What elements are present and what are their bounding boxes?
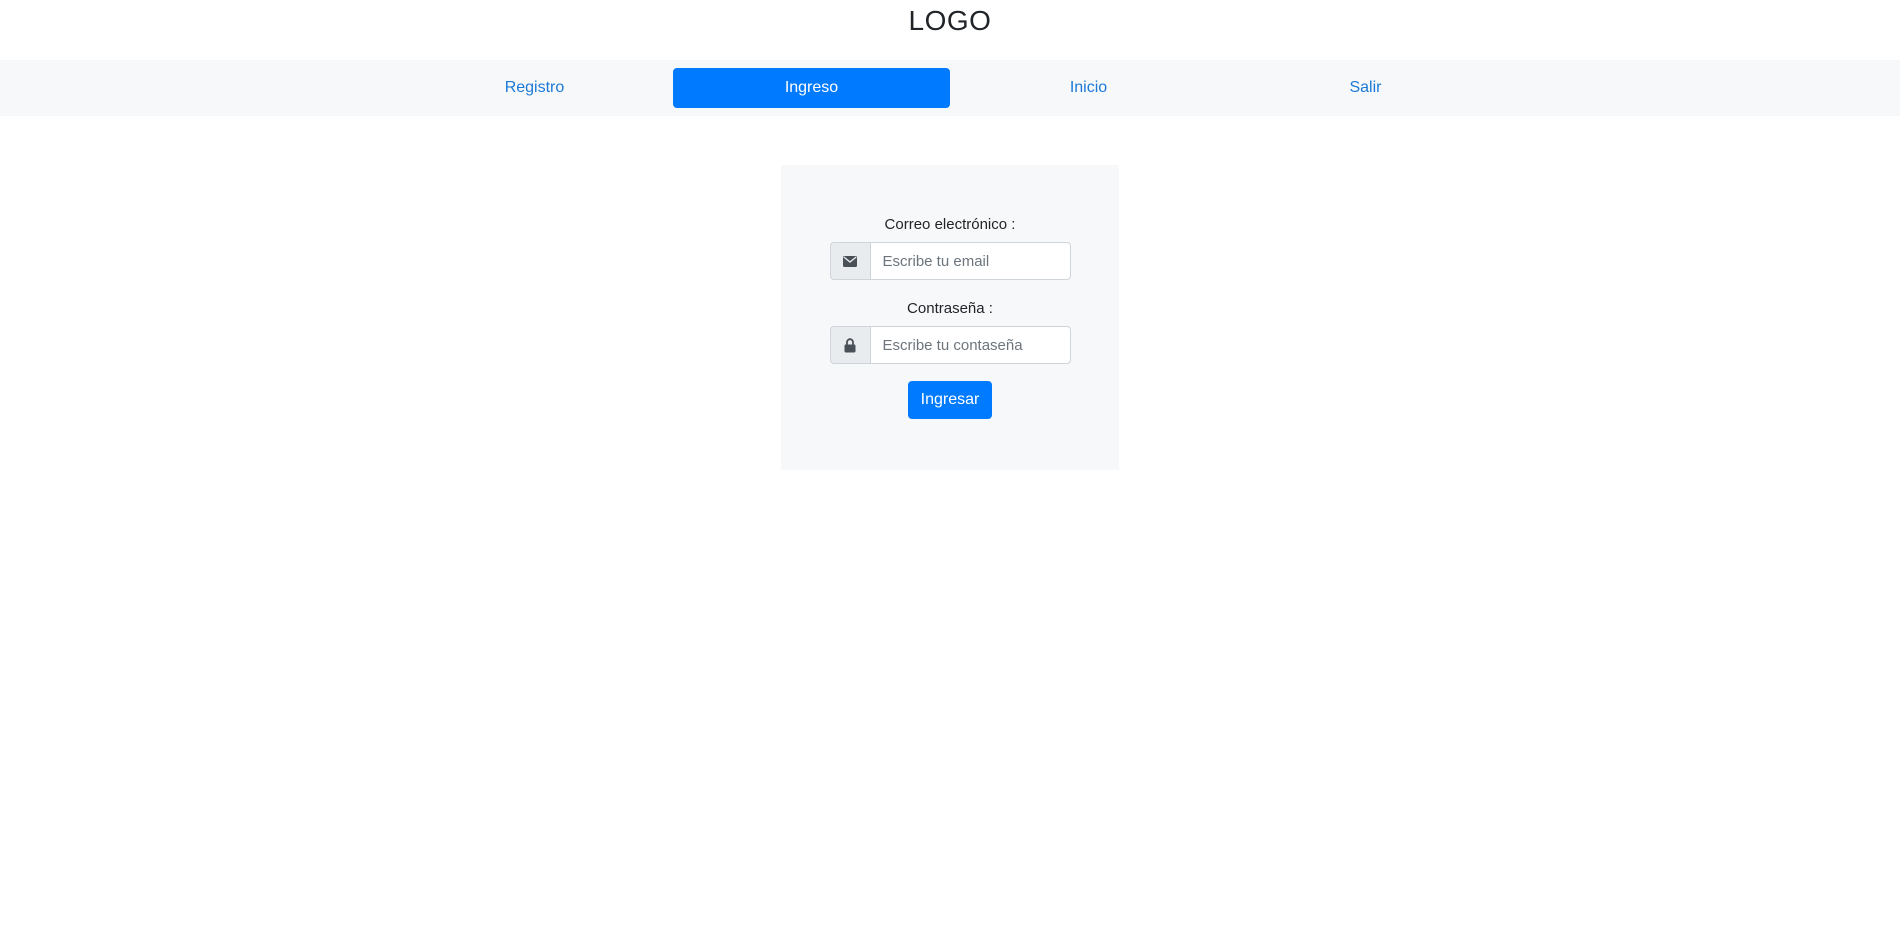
- nav-items: Registro Ingreso Inicio Salir: [395, 68, 1505, 108]
- submit-button[interactable]: Ingresar: [908, 381, 992, 419]
- email-label: Correo electrónico :: [884, 216, 1016, 233]
- password-label: Contraseña :: [907, 300, 993, 317]
- lock-icon: [829, 326, 870, 364]
- nav-item-ingreso[interactable]: Ingreso: [673, 68, 950, 108]
- main-nav: Registro Ingreso Inicio Salir: [0, 60, 1900, 116]
- nav-item-label: Inicio: [1069, 79, 1108, 96]
- password-input-group: [829, 326, 1071, 364]
- nav-item-salir[interactable]: Salir: [1227, 68, 1504, 108]
- nav-item-label: Registro: [504, 79, 565, 96]
- site-header: LOGO: [0, 0, 1900, 60]
- nav-item-registro[interactable]: Registro: [396, 68, 673, 108]
- nav-item-label: Ingreso: [784, 79, 839, 96]
- envelope-icon: [829, 242, 870, 280]
- logo: LOGO: [908, 5, 992, 36]
- nav-item-label: Salir: [1349, 79, 1382, 96]
- email-input-group: [829, 242, 1071, 280]
- login-form: Correo electrónico : Contraseña : Ingres…: [781, 165, 1119, 470]
- email-field[interactable]: [869, 242, 1071, 280]
- password-field[interactable]: [869, 326, 1071, 364]
- main-content: Correo electrónico : Contraseña : Ingres…: [0, 116, 1900, 470]
- nav-item-inicio[interactable]: Inicio: [950, 68, 1227, 108]
